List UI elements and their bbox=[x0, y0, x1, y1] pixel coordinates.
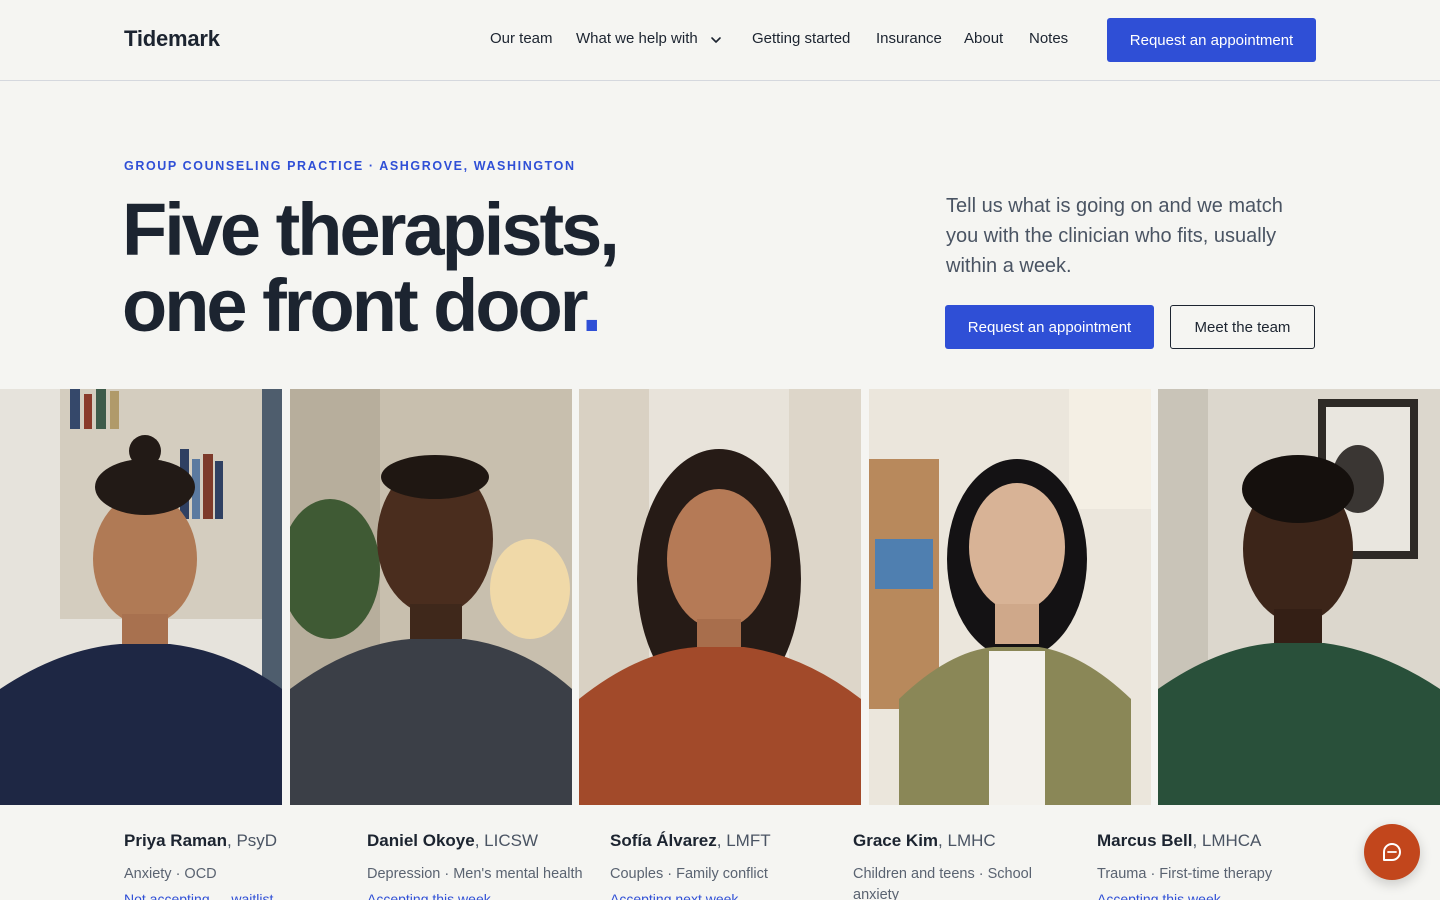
availability-link[interactable]: Accepting this week bbox=[1097, 891, 1327, 900]
therapist-specialties: Couples · Family conflict bbox=[610, 866, 768, 882]
chat-button[interactable] bbox=[1364, 824, 1420, 880]
therapist-card[interactable]: Marcus Bell, LMHCA Trauma · First-time t… bbox=[1097, 831, 1327, 900]
therapist-specialties: Anxiety · OCD bbox=[124, 866, 217, 882]
chat-bubble-icon bbox=[1383, 843, 1401, 861]
therapist-name: Sofía Álvarez, LMFT bbox=[610, 831, 771, 850]
therapist-photo-grace bbox=[869, 389, 1151, 805]
therapist-name: Marcus Bell, LMHCA bbox=[1097, 831, 1262, 850]
hero-lede: Tell us what is going on and we match yo… bbox=[946, 195, 1283, 277]
therapist-card[interactable]: Grace Kim, LMHC Children and teens · Sch… bbox=[853, 831, 1083, 900]
therapist-name: Daniel Okoye, LICSW bbox=[367, 831, 539, 850]
nav-notes[interactable]: Notes bbox=[1029, 30, 1068, 47]
therapist-card[interactable]: Priya Raman, PsyD Anxiety · OCD Not acce… bbox=[124, 831, 354, 900]
availability-link[interactable]: Not accepting — waitlist bbox=[124, 891, 354, 900]
eyebrow: GROUP COUNSELING PRACTICE · ASHGROVE, WA… bbox=[124, 159, 576, 173]
therapist-specialties: Trauma · First-time therapy bbox=[1097, 866, 1273, 882]
therapist-name: Grace Kim, LMHC bbox=[853, 831, 996, 850]
headline-line-1: Five therapists, bbox=[122, 188, 620, 271]
therapist-photo-daniel bbox=[290, 389, 572, 805]
request-appointment-button[interactable]: Request an appointment bbox=[945, 305, 1154, 349]
therapist-photo-priya bbox=[0, 389, 282, 805]
availability-link[interactable]: Accepting next week bbox=[610, 891, 840, 900]
logo[interactable]: Tidemark bbox=[124, 26, 220, 52]
nav-our-team[interactable]: Our team bbox=[490, 30, 553, 47]
availability-link[interactable]: Accepting this week bbox=[367, 891, 597, 900]
therapist-photo-sofia bbox=[579, 389, 861, 805]
nav-insurance[interactable]: Insurance bbox=[876, 30, 942, 47]
therapist-card[interactable]: Sofía Álvarez, LMFT Couples · Family con… bbox=[610, 831, 840, 900]
therapist-photo-marcus bbox=[1158, 389, 1440, 805]
headline-line-2: one front door bbox=[122, 264, 584, 347]
therapist-specialties: Children and teens · School anxiety bbox=[853, 866, 1032, 900]
meet-the-team-button[interactable]: Meet the team bbox=[1170, 305, 1315, 349]
headline-dot: . bbox=[581, 264, 602, 347]
page-title: Five therapists, one front door. bbox=[122, 192, 742, 344]
therapist-specialties: Depression · Men's mental health bbox=[367, 866, 583, 882]
site-header: Tidemark Our team What we help with Gett… bbox=[0, 0, 1440, 81]
nav-about[interactable]: About bbox=[964, 30, 1003, 47]
nav-getting-started[interactable]: Getting started bbox=[752, 30, 850, 47]
therapist-name: Priya Raman, PsyD bbox=[124, 831, 278, 850]
therapist-card[interactable]: Daniel Okoye, LICSW Depression · Men's m… bbox=[367, 831, 597, 900]
header-request-appointment-button[interactable]: Request an appointment bbox=[1107, 18, 1316, 62]
chevron-down-icon[interactable] bbox=[709, 33, 723, 47]
nav-what-we-help-with[interactable]: What we help with bbox=[576, 30, 698, 47]
